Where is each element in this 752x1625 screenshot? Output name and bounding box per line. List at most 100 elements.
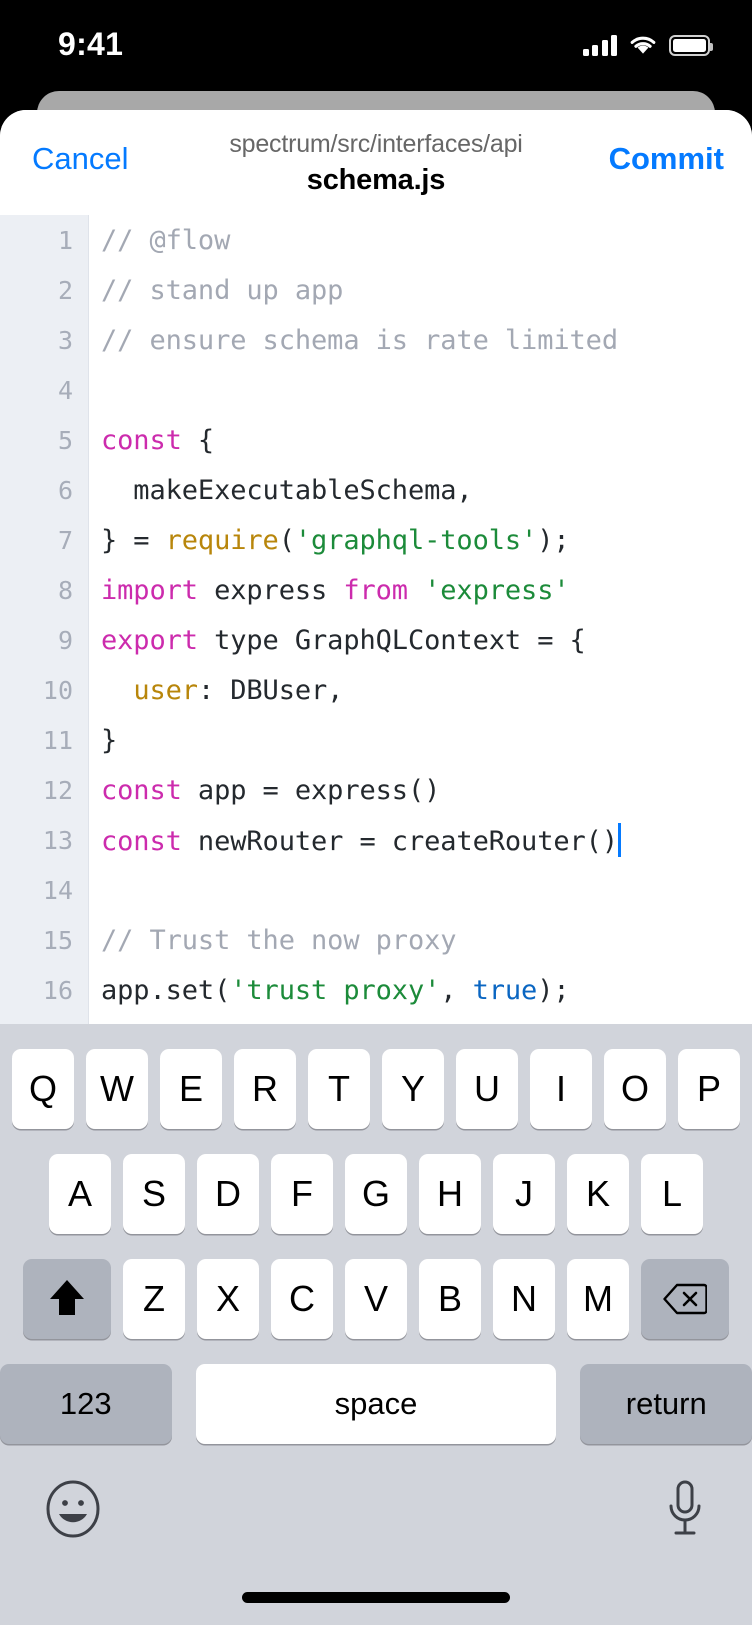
key-t[interactable]: T bbox=[308, 1049, 370, 1129]
line-content[interactable]: app.set('trust proxy', true); bbox=[81, 975, 570, 1006]
key-c[interactable]: C bbox=[271, 1259, 333, 1339]
backspace-delete-icon bbox=[663, 1283, 707, 1315]
line-content[interactable]: const newRouter = createRouter() bbox=[81, 823, 621, 857]
line-content[interactable]: // Trust the now proxy bbox=[81, 925, 457, 956]
shift-key[interactable] bbox=[23, 1259, 111, 1339]
key-x[interactable]: X bbox=[197, 1259, 259, 1339]
backspace-key[interactable] bbox=[641, 1259, 729, 1339]
key-s[interactable]: S bbox=[123, 1154, 185, 1234]
code-token: ); bbox=[537, 524, 570, 556]
key-u[interactable]: U bbox=[456, 1049, 518, 1129]
key-p[interactable]: P bbox=[678, 1049, 740, 1129]
code-line[interactable]: 11} bbox=[0, 715, 752, 765]
code-line[interactable]: 14 bbox=[0, 865, 752, 915]
line-content[interactable]: import express from 'express' bbox=[81, 575, 570, 606]
key-n[interactable]: N bbox=[493, 1259, 555, 1339]
key-g[interactable]: G bbox=[345, 1154, 407, 1234]
code-token: ( bbox=[278, 524, 295, 556]
cancel-button[interactable]: Cancel bbox=[32, 140, 129, 178]
wifi-icon bbox=[628, 34, 658, 56]
code-line[interactable]: 15 // Trust the now proxy bbox=[0, 915, 752, 965]
code-token: 'express' bbox=[424, 574, 570, 606]
key-a[interactable]: A bbox=[49, 1154, 111, 1234]
line-number: 11 bbox=[42, 725, 73, 755]
code-line[interactable]: 8 import express from 'express' bbox=[0, 565, 752, 615]
code-line[interactable]: 3 // ensure schema is rate limited bbox=[0, 315, 752, 365]
keyboard-utility-row bbox=[0, 1472, 752, 1567]
code-lines-container[interactable]: 1 // @flow 2 // stand up app 3 // ensure sche… bbox=[0, 215, 752, 1015]
keyboard-row-4: 123 space return bbox=[0, 1364, 752, 1444]
onscreen-keyboard: QWERTYUIOP ASDFGHJKL ZXCVBNM 123 space r… bbox=[0, 1024, 752, 1625]
line-content[interactable]: } bbox=[81, 725, 117, 756]
status-bar-indicators bbox=[582, 28, 713, 62]
key-b[interactable]: B bbox=[419, 1259, 481, 1339]
code-line[interactable]: 4 bbox=[0, 365, 752, 415]
line-number: 16 bbox=[42, 975, 73, 1005]
line-number: 13 bbox=[42, 825, 73, 855]
space-key[interactable]: space bbox=[196, 1364, 556, 1444]
code-token: app = express() bbox=[181, 774, 441, 806]
line-content[interactable]: // stand up app bbox=[81, 275, 343, 306]
line-content[interactable]: // @flow bbox=[81, 225, 230, 256]
key-k[interactable]: K bbox=[567, 1154, 629, 1234]
key-z[interactable]: Z bbox=[123, 1259, 185, 1339]
key-r[interactable]: R bbox=[234, 1049, 296, 1129]
key-f[interactable]: F bbox=[271, 1154, 333, 1234]
line-number: 2 bbox=[57, 275, 73, 305]
code-editor[interactable]: 1 // @flow 2 // stand up app 3 // ensure sche… bbox=[0, 215, 752, 1135]
code-line[interactable]: 13 const newRouter = createRouter() bbox=[0, 815, 752, 865]
key-d[interactable]: D bbox=[197, 1154, 259, 1234]
numbers-key[interactable]: 123 bbox=[0, 1364, 172, 1444]
microphone-key[interactable] bbox=[662, 1478, 708, 1540]
key-i[interactable]: I bbox=[530, 1049, 592, 1129]
line-content[interactable]: makeExecutableSchema, bbox=[81, 475, 472, 506]
code-token: : DBUser, bbox=[197, 674, 344, 706]
key-l[interactable]: L bbox=[641, 1154, 703, 1234]
code-token: , bbox=[440, 974, 473, 1006]
phone-screen: 9:41 Cancel spectrum/src/interfaces/api bbox=[0, 0, 752, 1625]
code-line[interactable]: 12 const app = express() bbox=[0, 765, 752, 815]
key-m[interactable]: M bbox=[567, 1259, 629, 1339]
code-line[interactable]: 10 user: DBUser, bbox=[0, 665, 752, 715]
key-o[interactable]: O bbox=[604, 1049, 666, 1129]
status-bar-time: 9:41 bbox=[58, 26, 124, 62]
code-line[interactable]: 6 makeExecutableSchema, bbox=[0, 465, 752, 515]
key-e[interactable]: E bbox=[160, 1049, 222, 1129]
line-content[interactable]: // ensure schema is rate limited bbox=[81, 325, 618, 356]
line-number: 15 bbox=[42, 925, 73, 955]
code-line[interactable]: 7 } = require('graphql-tools'); bbox=[0, 515, 752, 565]
code-token: const bbox=[101, 826, 182, 857]
code-line[interactable]: 2 // stand up app bbox=[0, 265, 752, 315]
battery-icon bbox=[669, 34, 713, 56]
key-h[interactable]: H bbox=[419, 1154, 481, 1234]
text-cursor bbox=[617, 823, 621, 857]
key-v[interactable]: V bbox=[345, 1259, 407, 1339]
line-content[interactable]: user: DBUser, bbox=[81, 675, 343, 706]
commit-button[interactable]: Commit bbox=[609, 140, 724, 178]
code-token: const bbox=[101, 774, 182, 806]
line-content[interactable]: } = require('graphql-tools'); bbox=[81, 525, 570, 556]
emoji-key[interactable] bbox=[44, 1480, 102, 1538]
line-content[interactable]: const { bbox=[81, 425, 214, 456]
key-w[interactable]: W bbox=[86, 1049, 148, 1129]
key-q[interactable]: Q bbox=[12, 1049, 74, 1129]
line-number: 7 bbox=[57, 525, 73, 555]
code-token: } bbox=[101, 724, 118, 756]
keyboard-row-2: ASDFGHJKL bbox=[0, 1154, 752, 1234]
line-number: 9 bbox=[57, 625, 73, 655]
line-content[interactable]: const app = express() bbox=[81, 775, 440, 806]
code-line[interactable]: 9 export type GraphQLContext = { bbox=[0, 615, 752, 665]
line-number: 3 bbox=[57, 325, 73, 355]
code-token: newRouter = createRouter() bbox=[181, 826, 618, 857]
modal-nav-bar: Cancel spectrum/src/interfaces/api schem… bbox=[0, 110, 752, 215]
code-line[interactable]: 5 const { bbox=[0, 415, 752, 465]
code-token: import bbox=[101, 574, 198, 606]
code-line[interactable]: 16 app.set('trust proxy', true); bbox=[0, 965, 752, 1015]
line-content[interactable]: export type GraphQLContext = { bbox=[81, 625, 586, 656]
code-token: const bbox=[101, 424, 182, 456]
status-bar: 9:41 bbox=[0, 0, 752, 92]
key-y[interactable]: Y bbox=[382, 1049, 444, 1129]
return-key[interactable]: return bbox=[580, 1364, 752, 1444]
code-line[interactable]: 1 // @flow bbox=[0, 215, 752, 265]
key-j[interactable]: J bbox=[493, 1154, 555, 1234]
